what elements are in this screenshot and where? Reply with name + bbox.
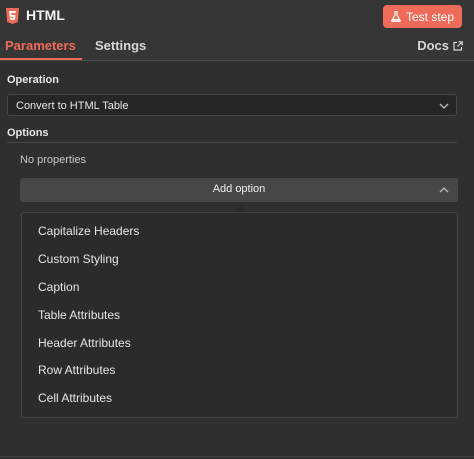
no-properties-text: No properties	[20, 154, 87, 166]
add-option-label: Add option	[212, 183, 266, 195]
docs-link[interactable]: Docs	[417, 38, 463, 53]
option-row-attributes[interactable]: Row Attributes	[38, 358, 438, 382]
tab-settings[interactable]: Settings	[95, 38, 146, 53]
test-step-button[interactable]: Test step	[383, 5, 462, 28]
active-tab-indicator	[0, 58, 82, 60]
add-option-button[interactable]: Add option	[20, 178, 458, 202]
option-capitalize-headers[interactable]: Capitalize Headers	[38, 219, 438, 243]
option-custom-styling[interactable]: Custom Styling	[38, 247, 438, 271]
options-label: Options	[7, 127, 49, 139]
operation-select[interactable]: Convert to HTML Table	[7, 94, 457, 116]
option-table-attributes[interactable]: Table Attributes	[38, 303, 438, 327]
test-step-label: Test step	[405, 9, 455, 24]
operation-value: Convert to HTML Table	[16, 100, 129, 112]
chevron-down-icon	[439, 103, 449, 109]
option-header-attributes[interactable]: Header Attributes	[38, 331, 438, 355]
node-title: HTML	[26, 7, 65, 23]
external-link-icon	[453, 40, 463, 51]
option-cell-attributes[interactable]: Cell Attributes	[38, 386, 438, 410]
docs-label: Docs	[417, 38, 449, 53]
flask-icon	[391, 11, 401, 22]
tab-parameters[interactable]: Parameters	[5, 38, 76, 53]
options-divider	[7, 142, 457, 143]
tab-bar: Parameters Settings Docs	[0, 34, 474, 61]
chevron-up-icon	[439, 187, 449, 193]
node-header: HTML Test step	[0, 0, 474, 34]
html5-icon	[6, 8, 19, 24]
panel-bottom-border	[0, 456, 474, 457]
option-caption[interactable]: Caption	[38, 275, 438, 299]
options-dropdown: Capitalize Headers Custom Styling Captio…	[21, 212, 458, 418]
dropdown-caret	[234, 204, 248, 212]
operation-label: Operation	[7, 74, 59, 86]
